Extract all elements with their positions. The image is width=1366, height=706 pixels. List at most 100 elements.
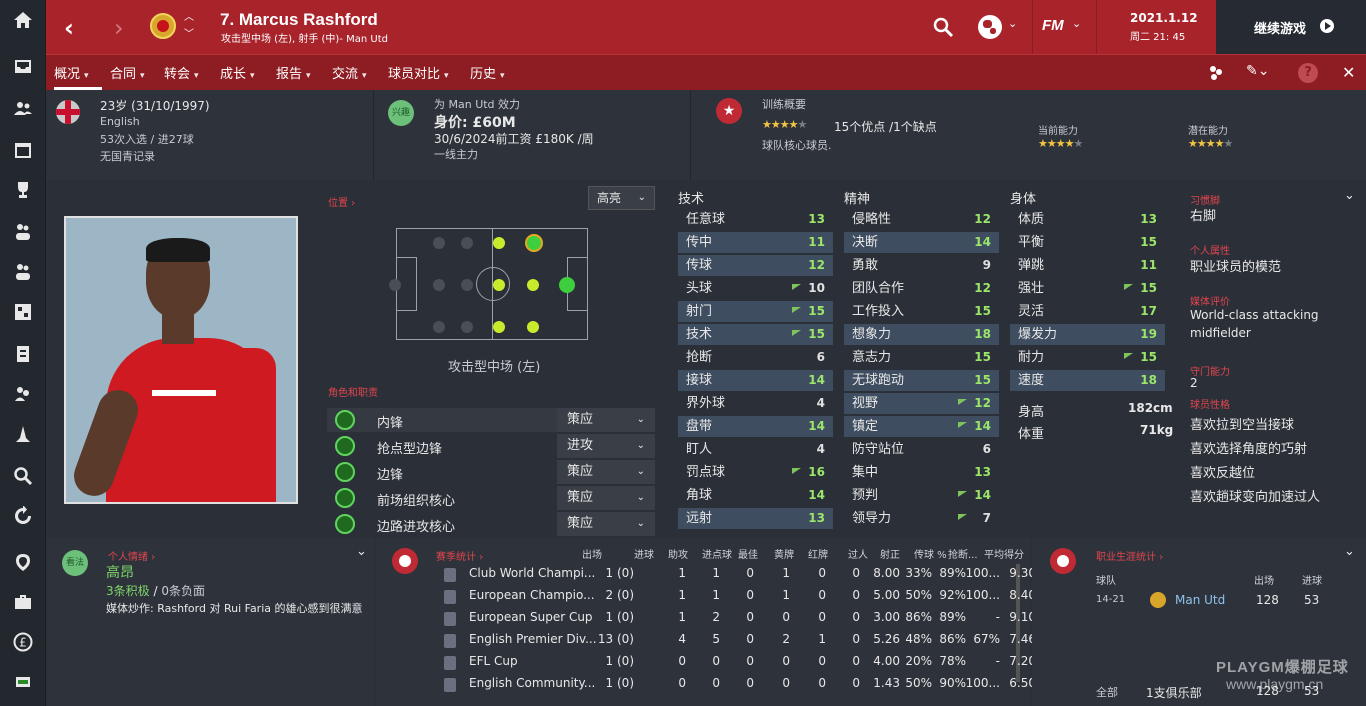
globe-icon[interactable] <box>978 15 1002 39</box>
staff-icon[interactable] <box>10 382 36 406</box>
attribute-value: 4 <box>816 396 825 410</box>
height-value: 182cm <box>1128 401 1173 415</box>
u23-icon[interactable] <box>10 220 36 244</box>
chevron-down-icon[interactable]: ⌄ <box>356 544 367 559</box>
attribute-value: 12 <box>974 396 991 410</box>
duty-dropdown[interactable]: 策应 ⌄ <box>557 408 655 432</box>
current-ability-label: 当前能力 <box>1038 126 1078 137</box>
attribute-value: 12 <box>974 281 991 295</box>
role-row[interactable]: 前场组织核心 策应 ⌄ <box>327 486 655 510</box>
game-time: 周二 21: 45 <box>1130 32 1186 43</box>
season-header[interactable]: 最佳 <box>738 546 758 561</box>
tab-overview[interactable]: 概况 ▾ <box>54 63 89 82</box>
season-header[interactable]: 助攻 <box>668 546 688 561</box>
position-title[interactable]: 位置 › <box>328 194 355 209</box>
back-button[interactable]: ‹ <box>64 14 74 42</box>
season-header[interactable]: 出场 <box>582 546 602 561</box>
team-icon[interactable] <box>10 670 36 694</box>
player-photo <box>64 216 298 504</box>
season-header[interactable]: 抢断... <box>948 546 978 561</box>
tab-reports[interactable]: 报告 ▾ <box>276 63 311 82</box>
tab-contract[interactable]: 合同 ▾ <box>110 63 145 82</box>
inbox-icon[interactable] <box>10 54 36 78</box>
training-icon[interactable] <box>10 422 36 446</box>
season-header[interactable]: 射正 <box>880 546 900 561</box>
reports-icon[interactable] <box>10 342 36 366</box>
club-icon[interactable] <box>10 590 36 614</box>
calendar-icon[interactable] <box>10 138 36 162</box>
edit-icon[interactable]: ✎⌄ <box>1246 63 1269 79</box>
season-header[interactable]: 黄牌 <box>774 546 794 561</box>
career-title[interactable]: 职业生涯统计 › <box>1096 548 1163 563</box>
attribute-name: 传球 <box>686 258 713 273</box>
role-icon <box>335 488 355 508</box>
tab-compare[interactable]: 球员对比 ▾ <box>388 63 449 82</box>
role-row[interactable]: 内锋 策应 ⌄ <box>327 408 655 432</box>
attribute-name: 界外球 <box>686 396 726 411</box>
tab-transfer[interactable]: 转会 ▾ <box>164 63 199 82</box>
weight-value: 71kg <box>1140 423 1174 437</box>
finances-icon[interactable]: £ <box>10 630 36 654</box>
tab-interaction[interactable]: 交流 ▾ <box>332 63 367 82</box>
squad-icon[interactable] <box>10 96 36 120</box>
attribute-value: 14 <box>808 419 825 433</box>
attribute-value: 6 <box>816 350 825 364</box>
duty-dropdown[interactable]: 策应 ⌄ <box>557 460 655 484</box>
competition-icon <box>444 656 456 670</box>
close-icon[interactable]: ✕ <box>1342 63 1355 82</box>
duty-dropdown[interactable]: 进攻 ⌄ <box>557 434 655 458</box>
career-goals: 53 <box>1304 593 1320 607</box>
duty-dropdown[interactable]: 策应 ⌄ <box>557 486 655 510</box>
chevron-down-icon[interactable]: ⌄ <box>1008 17 1017 30</box>
u18-icon[interactable] <box>10 260 36 284</box>
continue-button[interactable]: 继续游戏 <box>1216 0 1366 54</box>
chevron-down-icon[interactable]: ⌄ <box>1072 17 1081 30</box>
tab-history[interactable]: 历史 ▾ <box>470 63 505 82</box>
people-icon[interactable] <box>1206 63 1226 83</box>
tactics-icon[interactable] <box>10 300 36 324</box>
season-header[interactable]: 过人 <box>848 546 868 561</box>
search-icon[interactable] <box>10 464 36 488</box>
watermark-title: PLAYGM爆棚足球 <box>1216 659 1349 676</box>
fm-logo-icon[interactable]: FM <box>1042 17 1064 34</box>
play-icon <box>1320 19 1334 33</box>
season-header[interactable]: 红牌 <box>808 546 828 561</box>
role-row[interactable]: 抢点型边锋 进攻 ⌄ <box>327 434 655 458</box>
role-row[interactable]: 边路进攻核心 策应 ⌄ <box>327 512 655 536</box>
help-icon[interactable]: ? <box>1298 63 1318 83</box>
attribute-value: 15 <box>1140 281 1157 295</box>
role-row[interactable]: 边锋 策应 ⌄ <box>327 460 655 484</box>
attribute-row: 团队合作 12 <box>844 278 999 299</box>
search-icon[interactable] <box>932 16 954 38</box>
stat-value: 1 (0) <box>605 654 634 668</box>
duty-dropdown[interactable]: 策应 ⌄ <box>557 512 655 536</box>
scouting-icon[interactable] <box>10 550 36 574</box>
chevron-down-icon[interactable]: ⌄ <box>1344 544 1355 559</box>
transfers-icon[interactable] <box>10 504 36 528</box>
attribute-name: 传中 <box>686 235 713 250</box>
home-icon[interactable] <box>10 8 36 32</box>
player-name: 7. Marcus Rashford <box>220 10 378 29</box>
highlight-dropdown[interactable]: 高亮 ⌄ <box>588 186 655 210</box>
attribute-value: 15 <box>1140 235 1157 249</box>
attribute-name: 远射 <box>686 511 713 526</box>
season-header[interactable]: 进点球 <box>702 546 732 561</box>
chevron-down-icon[interactable]: ﹀ <box>184 25 194 40</box>
attribute-value: 15 <box>974 350 991 364</box>
attribute-value: 15 <box>808 304 825 318</box>
season-header[interactable]: 传球 % <box>914 546 947 561</box>
attribute-row: 集中 13 <box>844 462 999 483</box>
season-title[interactable]: 赛季统计 › <box>436 548 483 563</box>
season-header[interactable]: 进球 <box>634 546 654 561</box>
season-header[interactable]: 平均得分 <box>984 546 1024 561</box>
forward-button[interactable]: › <box>114 14 124 42</box>
competition-icon <box>444 634 456 648</box>
morale-title[interactable]: 个人情绪 › <box>108 548 155 563</box>
career-team-link[interactable]: Man Utd <box>1175 593 1225 607</box>
chevron-up-icon[interactable]: ︿ <box>184 8 194 23</box>
attribute-value: 19 <box>1140 327 1157 341</box>
tab-development[interactable]: 成长 ▾ <box>220 63 255 82</box>
trophy-icon[interactable] <box>10 178 36 202</box>
attribute-value: 11 <box>1140 258 1157 272</box>
chevron-down-icon[interactable]: ⌄ <box>1344 188 1355 203</box>
